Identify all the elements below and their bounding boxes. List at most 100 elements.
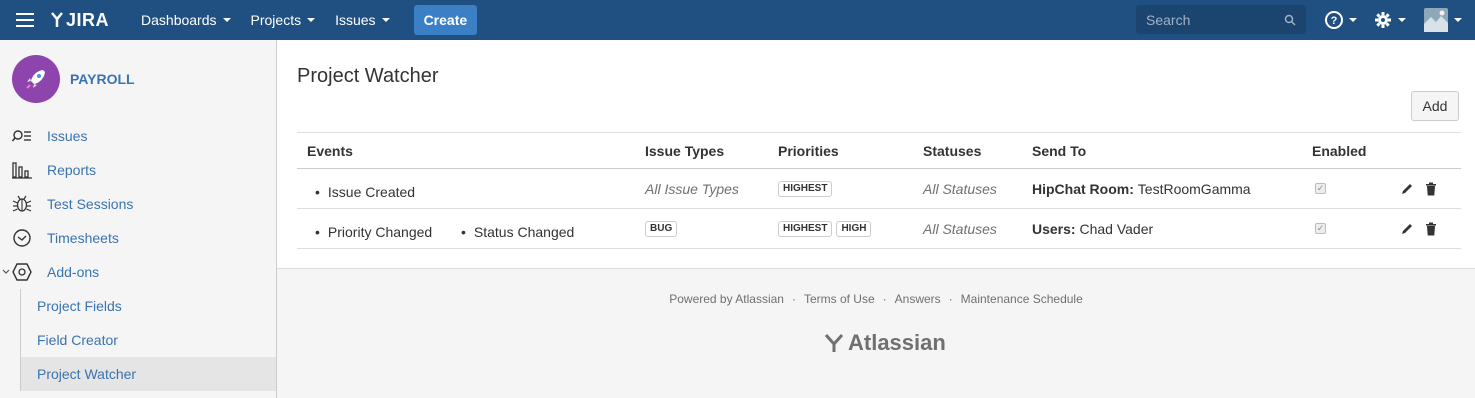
column-header-statuses: Statuses [923, 142, 982, 159]
jira-logo-text: JIRA [66, 9, 110, 30]
user-avatar-icon [1424, 8, 1448, 32]
trash-icon [1426, 182, 1436, 195]
search-icon [1284, 14, 1296, 26]
delete-button[interactable] [1425, 209, 1437, 248]
priority-lozenge: HIGH [836, 220, 872, 237]
main-content: Project Watcher Add Events Issue Types P… [277, 40, 1475, 269]
issue-type-lozenge: BUG [645, 220, 678, 237]
atlassian-logo[interactable]: Atlassian [824, 330, 946, 356]
search-placeholder: Search [1146, 11, 1191, 28]
clock-icon [11, 227, 33, 249]
rocket-icon [26, 70, 45, 89]
send-to-cell: Users: Chad Vader [1032, 209, 1153, 248]
table-row: Priority Changed Status Changed BUG HIGH… [297, 209, 1461, 249]
atlassian-logo-icon [824, 334, 844, 352]
send-to-label: Users: [1032, 220, 1076, 237]
sidebar-item-test-sessions[interactable]: Test Sessions [0, 187, 276, 221]
enabled-checkbox[interactable]: ✓ [1315, 169, 1326, 208]
delete-button[interactable] [1425, 169, 1437, 208]
project-header[interactable]: PAYROLL [0, 40, 276, 118]
hexagon-icon [11, 261, 33, 283]
issues-menu-label: Issues [335, 12, 376, 28]
column-header-send-to: Send To [1032, 142, 1087, 159]
checkmark-icon: ✓ [1315, 223, 1326, 234]
chevron-down-icon [222, 18, 231, 22]
sidebar-subitem-label: Project Watcher [37, 366, 137, 382]
column-header-enabled: Enabled [1312, 142, 1367, 159]
footer-separator: · [791, 292, 796, 306]
footer-link-answers[interactable]: Answers [895, 292, 941, 306]
add-button[interactable]: Add [1411, 91, 1459, 121]
table-row: Issue Created All Issue Types HIGHEST Al… [297, 169, 1461, 209]
project-avatar [12, 55, 60, 103]
pencil-icon [1402, 223, 1412, 234]
project-name: PAYROLL [70, 71, 135, 87]
page-title: Project Watcher [297, 65, 439, 87]
event-item: Priority Changed [315, 212, 432, 251]
help-icon: ? [1325, 11, 1343, 29]
sidebar-subitem-project-fields[interactable]: Project Fields [20, 289, 276, 323]
bug-icon [11, 193, 33, 215]
chevron-down-icon [1454, 18, 1462, 22]
dashboards-menu[interactable]: Dashboards [131, 0, 241, 40]
event-item: Status Changed [461, 212, 574, 251]
search-input[interactable]: Search [1136, 5, 1306, 34]
settings-menu[interactable] [1374, 0, 1406, 40]
atlassian-logo-text: Atlassian [848, 330, 946, 355]
priority-lozenge: HIGHEST [778, 220, 833, 237]
issue-types-value: All Issue Types [645, 180, 739, 197]
app-switcher-icon[interactable] [0, 0, 50, 40]
event-item: Issue Created [315, 172, 415, 211]
column-header-issue-types: Issue Types [645, 142, 725, 159]
footer-links: Powered by Atlassian · Terms of Use · Answer… [277, 292, 1475, 306]
sidebar-item-label: Timesheets [47, 230, 119, 246]
statuses-value: All Statuses [923, 220, 997, 237]
search-list-icon [11, 125, 33, 147]
create-button[interactable]: Create [413, 5, 478, 35]
trash-icon [1426, 222, 1436, 235]
priorities-cell: HIGHEST HIGH [778, 209, 875, 248]
footer: Powered by Atlassian · Terms of Use · Answer… [277, 270, 1475, 398]
projects-menu[interactable]: Projects [241, 0, 326, 40]
chevron-down-icon [307, 18, 316, 22]
sidebar-item-label: Reports [47, 162, 97, 178]
sidebar-subitem-field-creator[interactable]: Field Creator [20, 323, 276, 357]
footer-link-powered-by[interactable]: Powered by Atlassian [669, 292, 784, 306]
send-to-cell: HipChat Room: TestRoomGamma [1032, 169, 1251, 208]
svg-text:?: ? [1331, 15, 1338, 27]
event-label: Status Changed [461, 224, 574, 240]
footer-separator: · [882, 292, 887, 306]
column-header-priorities: Priorities [778, 142, 839, 159]
project-sidebar: PAYROLL Issues Reports Test Sessions Tim… [0, 40, 277, 398]
jira-logo[interactable]: JIRA [50, 10, 109, 31]
chevron-down-icon [2, 269, 10, 274]
user-profile-menu[interactable] [1424, 0, 1462, 40]
enabled-checkbox[interactable]: ✓ [1315, 209, 1326, 248]
sidebar-subitem-label: Field Creator [37, 332, 118, 348]
chevron-down-icon [381, 18, 390, 22]
edit-button[interactable] [1400, 169, 1414, 208]
top-navigation-bar: JIRA Dashboards Projects Issues Create S… [0, 0, 1475, 40]
sidebar-item-reports[interactable]: Reports [0, 153, 276, 187]
event-label: Priority Changed [315, 224, 432, 240]
edit-button[interactable] [1400, 209, 1414, 248]
chevron-down-icon [1349, 18, 1357, 22]
sidebar-item-label: Issues [47, 128, 88, 144]
help-menu[interactable]: ? [1325, 0, 1357, 40]
priority-lozenge: HIGHEST [778, 180, 833, 197]
pencil-icon [1402, 183, 1412, 194]
sidebar-item-label: Add-ons [47, 264, 100, 280]
issues-menu[interactable]: Issues [325, 0, 399, 40]
table-header-row: Events Issue Types Priorities Statuses S… [297, 132, 1461, 169]
footer-link-terms[interactable]: Terms of Use [804, 292, 875, 306]
sidebar-subitem-label: Project Fields [37, 298, 122, 314]
sidebar-item-add-ons[interactable]: Add-ons [0, 255, 276, 289]
footer-link-maintenance[interactable]: Maintenance Schedule [961, 292, 1083, 306]
gear-icon [1375, 12, 1391, 28]
projects-menu-label: Projects [250, 12, 302, 28]
chevron-down-icon [1398, 18, 1406, 22]
sidebar-subitem-project-watcher[interactable]: Project Watcher [20, 357, 276, 391]
dashboards-menu-label: Dashboards [141, 12, 217, 28]
sidebar-item-timesheets[interactable]: Timesheets [0, 221, 276, 255]
sidebar-item-issues[interactable]: Issues [0, 119, 276, 153]
